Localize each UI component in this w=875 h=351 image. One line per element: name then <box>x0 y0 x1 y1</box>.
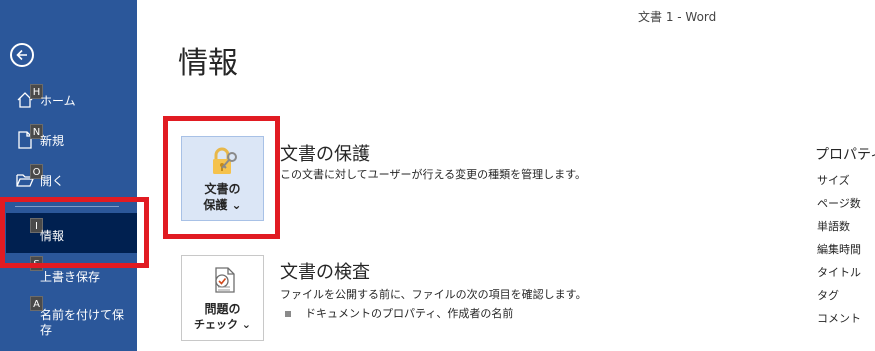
nav-label-save: 上書き保存 <box>40 270 101 284</box>
nav-label-new: 新規 <box>40 134 65 148</box>
back-arrow-icon[interactable] <box>10 43 34 67</box>
inspect-bullet-text: ドキュメントのプロパティ、作成者の名前 <box>305 307 514 320</box>
property-words: 単語数 <box>817 220 850 233</box>
nav-label-home: ホーム <box>40 94 76 108</box>
nav-label-open: 開く <box>40 174 65 188</box>
nav-item-new[interactable]: N 新規 <box>0 122 137 158</box>
bullet-icon <box>285 311 291 317</box>
protect-section-title: 文書の保護 <box>280 144 370 165</box>
check-button-label-2: チェック ⌄ <box>193 318 252 331</box>
property-tags: タグ <box>817 289 839 302</box>
page-title: 情報 <box>178 46 238 81</box>
inspect-bullet-item: ドキュメントのプロパティ、作成者の名前 <box>285 305 513 321</box>
backstage-sidebar: H ホーム N 新規 O 開く I 情報 S 上書き保存 A 名前を付けて保 存 <box>0 0 137 351</box>
nav-label-save-as: 名前を付けて保 存 <box>40 308 125 337</box>
nav-item-open[interactable]: O 開く <box>0 162 137 198</box>
property-pages: ページ数 <box>817 197 861 210</box>
inspect-document-icon <box>215 267 235 293</box>
nav-item-home[interactable]: H ホーム <box>0 82 137 118</box>
inspect-section-title: 文書の検査 <box>280 262 370 283</box>
properties-header[interactable]: プロパティ <box>815 144 875 164</box>
inspect-section-description: ファイルを公開する前に、ファイルの次の項目を確認します。 <box>280 288 587 301</box>
property-edit-time: 編集時間 <box>817 243 861 256</box>
check-for-issues-button[interactable]: 問題の チェック ⌄ <box>181 255 264 341</box>
window-title: 文書 1 - Word <box>638 10 717 24</box>
check-button-label-1: 問題の <box>204 302 241 316</box>
annotation-highlight-protect <box>163 116 280 239</box>
annotation-highlight-info <box>0 197 149 268</box>
property-title: タイトル <box>817 266 861 279</box>
protect-section-description: この文書に対してユーザーが行える変更の種類を管理します。 <box>280 168 587 181</box>
property-comments: コメント <box>817 312 861 325</box>
nav-item-save-as[interactable]: A 名前を付けて保 存 <box>0 296 137 337</box>
property-size: サイズ <box>817 174 850 187</box>
